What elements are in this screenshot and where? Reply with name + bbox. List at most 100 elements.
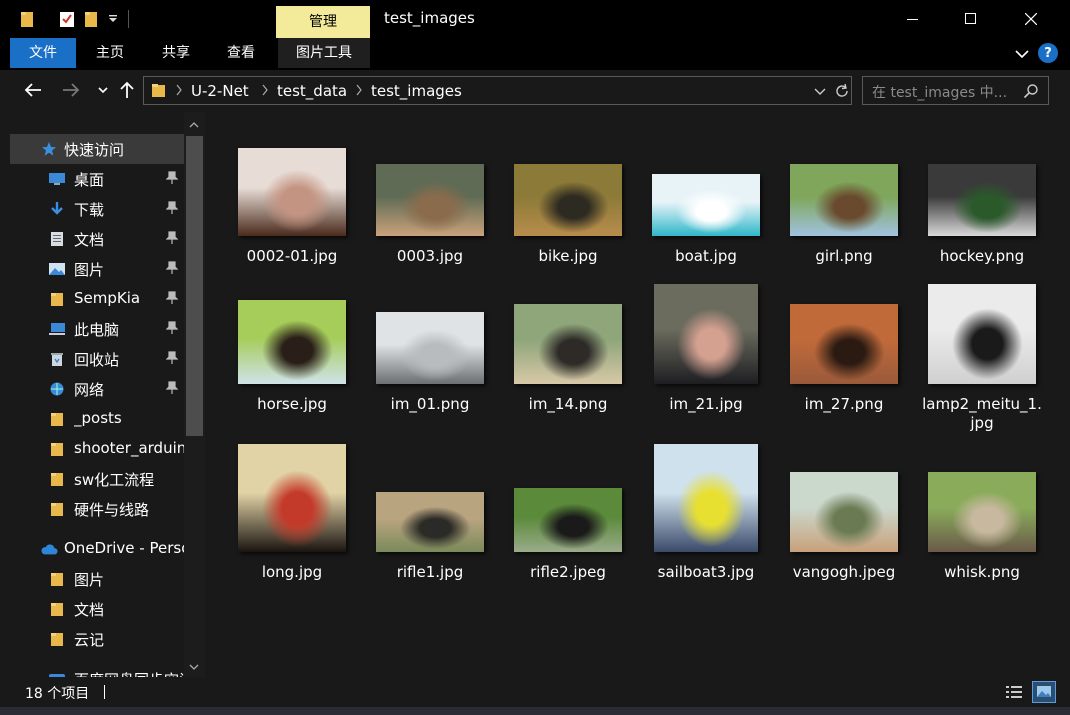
scroll-up-icon[interactable] [188,118,200,128]
image-thumbnail[interactable] [654,444,758,552]
sidebar-item-shooter_arduino[interactable]: shooter_arduino [10,434,186,464]
window-title: test_images [384,9,475,27]
folder-icon [48,291,66,307]
image-thumbnail[interactable] [652,174,760,236]
sidebar-item-item-0[interactable]: 桌面 [10,164,184,194]
explorer-window: 管理 test_images 文件 主页 共享 查看 图片工具 ? U-2-Ne… [0,0,1070,715]
folder-icon [48,571,66,587]
sidebar-item-onedrive-0[interactable]: 图片 [10,564,184,594]
sidebar-item-item-11[interactable]: 硬件与线路 [10,494,184,524]
tab-home[interactable]: 主页 [84,38,136,68]
sidebar-item-label: shooter_arduino [74,439,186,457]
image-thumbnail[interactable] [654,284,758,384]
folder-icon[interactable] [18,8,36,30]
image-thumbnail[interactable] [514,488,622,552]
pin-icon[interactable] [165,381,182,397]
help-button[interactable]: ? [1038,43,1058,63]
star-icon [40,141,58,157]
details-view-icon[interactable] [1004,683,1024,701]
breadcrumb-test-data[interactable]: test_data [277,82,347,100]
file-name: sailboat3.jpg [657,563,755,581]
file-view: 0002-01.jpg 0003.jpg bike.jpg boat.jpg girl.… [206,112,1062,677]
image-thumbnail[interactable] [790,472,898,552]
file-name: long.jpg [261,563,323,581]
properties-icon[interactable] [58,8,76,30]
taskbar-edge [0,707,1070,715]
address-bar[interactable]: U-2-Net test_data test_images [143,76,852,105]
manage-tab[interactable]: 管理 [276,6,370,38]
image-thumbnail[interactable] [238,300,346,384]
pin-icon[interactable] [165,201,182,217]
forward-button[interactable] [60,79,82,101]
status-bar: 18 个项目 [0,677,1070,707]
image-thumbnail[interactable] [514,304,622,384]
content-scrollbar[interactable] [1062,112,1070,677]
maximize-button[interactable] [948,0,994,38]
sidebar-scrollbar-thumb[interactable] [186,136,203,436]
sidebar-item-item-3[interactable]: 图片 [10,254,184,284]
chevron-right-icon[interactable] [261,84,269,96]
image-thumbnail[interactable] [928,472,1036,552]
image-thumbnail[interactable] [238,444,346,552]
pin-icon[interactable] [165,261,182,277]
pin-icon[interactable] [165,321,182,337]
tab-file[interactable]: 文件 [10,38,76,68]
file-name: im_14.png [528,395,608,413]
sidebar-item-item-2[interactable]: 文档 [10,224,184,254]
close-button[interactable] [1008,0,1054,38]
pictures-icon [48,261,66,277]
new-folder-icon[interactable] [82,8,100,30]
refresh-icon[interactable] [832,81,852,101]
sidebar-item-sempkia[interactable]: SempKia [10,284,184,314]
pin-icon[interactable] [165,351,182,367]
pin-icon[interactable] [165,231,182,247]
sidebar-item-label: 百度网盘同步空间 [74,669,186,677]
search-icon[interactable] [1023,83,1039,99]
expand-ribbon-icon[interactable] [1012,44,1032,64]
image-thumbnail[interactable] [376,492,484,552]
tab-picture-tools[interactable]: 图片工具 [278,38,370,68]
breadcrumb-test-images[interactable]: test_images [371,82,462,100]
sidebar-item-onedrive-2[interactable]: 云记 [10,624,184,654]
image-thumbnail[interactable] [928,284,1036,384]
folder-icon [48,631,66,647]
image-thumbnail[interactable] [514,164,622,236]
minimize-button[interactable] [890,0,936,38]
recycle-bin-icon [48,351,66,367]
back-button[interactable] [22,79,44,101]
search-box[interactable]: 在 test_images 中... [862,76,1049,105]
image-thumbnail[interactable] [238,148,346,236]
image-thumbnail[interactable] [790,164,898,236]
image-thumbnail[interactable] [790,304,898,384]
sidebar-item-item-6[interactable]: 回收站 [10,344,184,374]
image-thumbnail[interactable] [376,312,484,384]
sidebar-item-item-5[interactable]: 此电脑 [10,314,184,344]
sidebar-item-_posts[interactable]: _posts [10,404,184,434]
customize-toolbar-icon[interactable] [106,8,120,30]
sidebar-item-quick-access[interactable]: 快速访问 [10,134,184,164]
sidebar-item-sw[interactable]: sw化工流程 [10,464,184,494]
tab-share[interactable]: 共享 [148,38,204,68]
address-history-icon[interactable] [812,83,828,99]
sidebar-item-onedrive-1[interactable]: 文档 [10,594,184,624]
file-name: 0002-01.jpg [246,247,338,265]
scroll-down-icon[interactable] [188,660,200,670]
chevron-right-icon[interactable] [175,84,183,96]
sidebar-item-baidu-sync[interactable]: 百度网盘同步空间 [10,664,186,677]
sidebar-item-onedrive[interactable]: OneDrive - Personal [10,534,184,564]
recent-locations-button[interactable] [92,79,114,101]
breadcrumb-u2net[interactable]: U-2-Net [191,82,249,100]
tab-view[interactable]: 查看 [214,38,268,68]
sidebar-item-label: 硬件与线路 [74,501,150,519]
sidebar-item-label: 云记 [74,631,105,649]
sidebar-item-label: _posts [74,409,122,427]
image-thumbnail[interactable] [928,164,1036,236]
pin-icon[interactable] [165,171,182,187]
up-button[interactable] [116,79,138,101]
chevron-right-icon[interactable] [355,84,363,96]
sidebar-item-item-1[interactable]: 下载 [10,194,184,224]
image-thumbnail[interactable] [376,164,484,236]
pin-icon[interactable] [165,291,182,307]
sidebar-item-item-7[interactable]: 网络 [10,374,184,404]
large-icons-view-icon[interactable] [1032,681,1056,703]
